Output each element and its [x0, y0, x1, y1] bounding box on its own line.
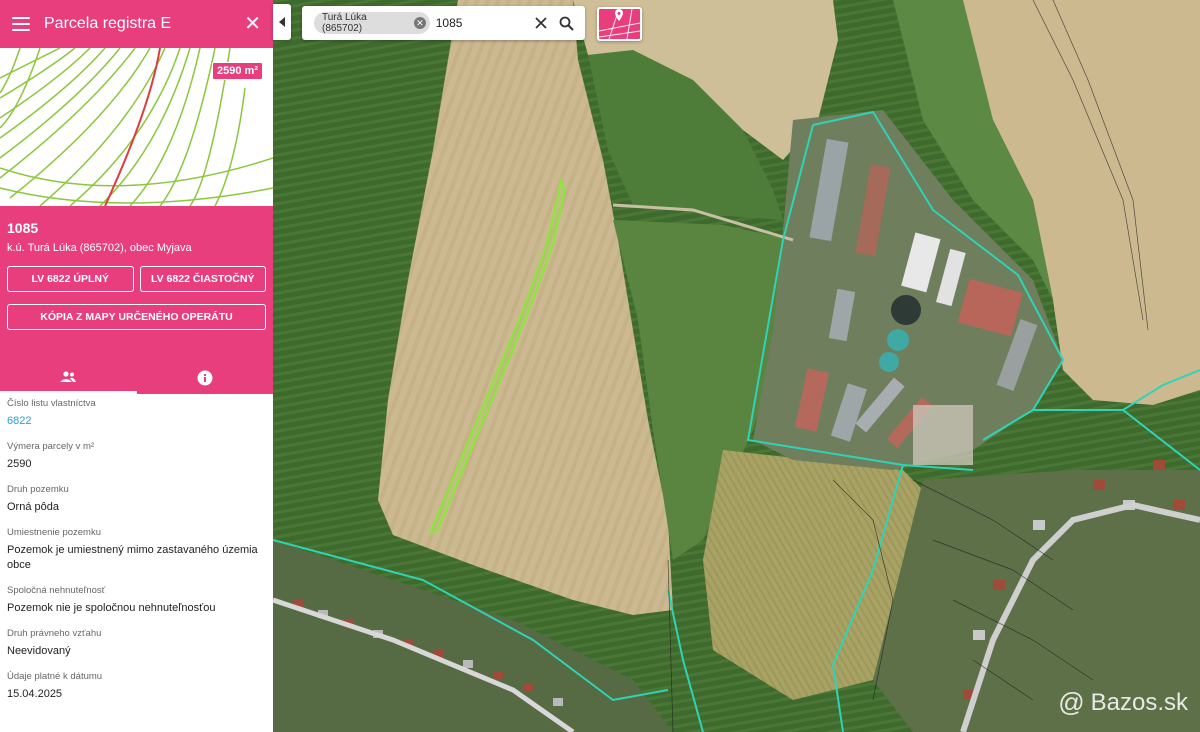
parcel-info: 1085 k.ú. Turá Lúka (865702), obec Myjav…: [0, 206, 273, 380]
clear-search-button[interactable]: [530, 12, 552, 34]
info-icon: [197, 370, 213, 386]
menu-icon[interactable]: [12, 17, 30, 31]
field-land-type: Druh pozemku Orná pôda: [7, 484, 266, 515]
field-value: Pozemok je umiestnený mimo zastavaného ú…: [7, 544, 258, 571]
close-icon: [534, 17, 547, 29]
lv-partial-button[interactable]: LV 6822 ČIASTOČNÝ: [139, 266, 266, 292]
watermark-text: Bazos.sk: [1090, 688, 1188, 716]
search-input[interactable]: [435, 16, 526, 30]
field-value: 15.04.2025: [7, 688, 63, 700]
field-lv: Číslo listu vlastníctva 6822: [7, 398, 266, 429]
aerial-map[interactable]: [273, 0, 1200, 732]
field-location: Umiestnenie pozemku Pozemok je umiestnen…: [7, 527, 266, 573]
parcel-preview-map[interactable]: 2590 m²: [0, 48, 273, 206]
field-label: Údaje platné k dátumu: [7, 671, 103, 682]
field-value: Pozemok nie je spoločnou nehnuteľnosťou: [7, 602, 216, 614]
field-label: Spoločná nehnuteľnosť: [7, 585, 106, 596]
map-pin-icon: [599, 9, 640, 39]
watermark: @ Bazos.sk: [1058, 687, 1188, 718]
parcel-details: Číslo listu vlastníctva 6822 Výmera parc…: [0, 398, 273, 702]
panel-title: Parcela registra E: [44, 15, 172, 32]
field-date: Údaje platné k dátumu 15.04.2025: [7, 671, 266, 702]
field-label: Číslo listu vlastníctva: [7, 398, 96, 409]
lv-full-button[interactable]: LV 6822 ÚPLNÝ: [7, 266, 134, 292]
parcel-number: 1085: [7, 220, 39, 236]
chip-remove-icon[interactable]: ✕: [413, 17, 426, 29]
field-value: Orná pôda: [7, 501, 59, 513]
collapse-panel-button[interactable]: [273, 4, 291, 40]
parcel-location: k.ú. Turá Lúka (865702), obec Myjava: [7, 242, 192, 254]
parcel-layer-button[interactable]: [597, 7, 642, 41]
owners-icon: [60, 370, 77, 382]
close-icon[interactable]: ✕: [244, 14, 261, 34]
panel-tabs: [0, 362, 273, 394]
panel-header: Parcela registra E ✕: [0, 0, 273, 48]
field-value: Neevidovaný: [7, 645, 71, 657]
field-legal: Druh právneho vzťahu Neevidovaný: [7, 628, 266, 659]
search-bar: Turá Lúka (865702) ✕: [302, 6, 585, 40]
tab-owners[interactable]: [0, 362, 137, 394]
field-label: Výmera parcely v m²: [7, 441, 95, 452]
copy-map-button[interactable]: KÓPIA Z MAPY URČENÉHO OPERÁTU: [7, 304, 266, 330]
cadastral-area-chip[interactable]: Turá Lúka (865702) ✕: [314, 12, 430, 34]
field-area: Výmera parcely v m² 2590: [7, 441, 266, 472]
lv-number-link[interactable]: 6822: [7, 414, 266, 429]
field-label: Druh právneho vzťahu: [7, 628, 102, 639]
watermark-at: @: [1058, 687, 1085, 717]
field-value: 2590: [7, 458, 32, 470]
chip-label: Turá Lúka (865702): [322, 12, 367, 34]
search-button[interactable]: [555, 12, 577, 34]
area-badge: 2590 m²: [212, 62, 263, 80]
field-label: Druh pozemku: [7, 484, 69, 495]
search-icon: [559, 16, 574, 31]
field-label: Umiestnenie pozemku: [7, 527, 101, 538]
chevron-left-icon: [279, 17, 285, 27]
tab-info[interactable]: [137, 362, 274, 394]
field-common: Spoločná nehnuteľnosť Pozemok nie je spo…: [7, 585, 266, 616]
parcel-panel: Parcela registra E ✕ 2590 m² 1085 k.ú. T…: [0, 0, 273, 732]
map-view[interactable]: [273, 0, 1200, 732]
